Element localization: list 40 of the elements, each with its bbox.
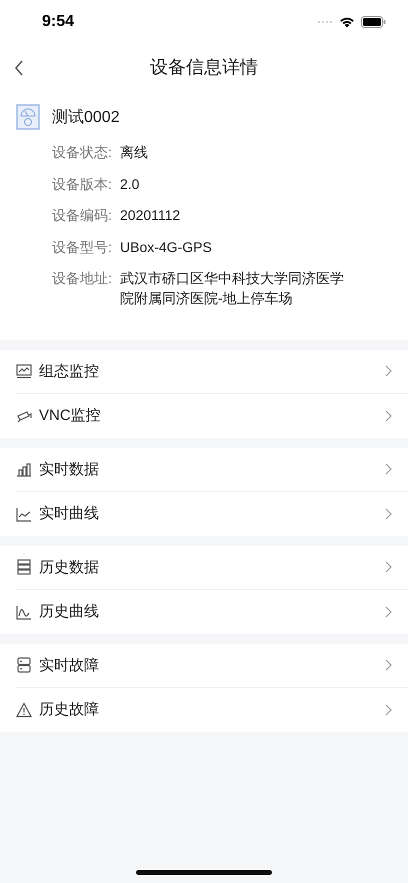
field-value: UBox-4G-GPS — [120, 238, 213, 256]
chevron-right-icon — [385, 365, 392, 377]
chevron-right-icon — [385, 410, 392, 422]
menu-item[interactable]: 历史故障 — [16, 688, 408, 732]
menu-item[interactable]: 实时数据 — [16, 448, 408, 492]
chevron-right-icon — [385, 463, 392, 475]
chevron-right-icon — [385, 704, 392, 716]
device-icon — [16, 104, 40, 130]
server-icon — [16, 657, 32, 673]
field-value: 离线 — [120, 143, 149, 162]
menu-item[interactable]: VNC监控 — [16, 394, 408, 438]
field-label: 设备版本: — [52, 174, 113, 194]
list-icon — [16, 559, 32, 575]
field-label: 设备地址: — [52, 269, 113, 288]
field-value: 2.0 — [120, 174, 140, 194]
line-chart-icon — [16, 506, 32, 522]
field-label: 设备状态: — [52, 143, 113, 162]
status-time: 9:54 — [42, 13, 74, 31]
bar-chart-icon — [16, 461, 32, 477]
wifi-icon — [339, 16, 355, 28]
chevron-right-icon — [385, 508, 392, 520]
chevron-right-icon — [385, 659, 392, 671]
chevron-right-icon — [385, 606, 392, 618]
signal-icon — [317, 20, 333, 24]
curve-chart-icon — [16, 604, 32, 620]
warning-icon — [16, 702, 32, 718]
menu-item[interactable]: 历史曲线 — [16, 590, 408, 634]
field-value: 20201112 — [120, 206, 182, 225]
menu-item[interactable]: 历史数据 — [16, 546, 408, 590]
menu-item[interactable]: 实时曲线 — [16, 492, 408, 536]
chevron-right-icon — [385, 561, 392, 573]
battery-icon — [361, 16, 386, 28]
field-label: 设备型号: — [52, 238, 113, 256]
menu-item[interactable]: 组态监控 — [16, 350, 408, 394]
menu-item[interactable]: 实时故障 — [16, 644, 408, 688]
field-label: 设备编码: — [52, 206, 113, 225]
device-name: 测试0002 — [52, 108, 120, 128]
field-value: 武汉市硚口区华中科技大学同济医学院附属同济医院-地上停车场 — [120, 269, 345, 308]
monitor-icon — [16, 363, 32, 379]
page-title: 设备信息详情 — [150, 56, 258, 79]
